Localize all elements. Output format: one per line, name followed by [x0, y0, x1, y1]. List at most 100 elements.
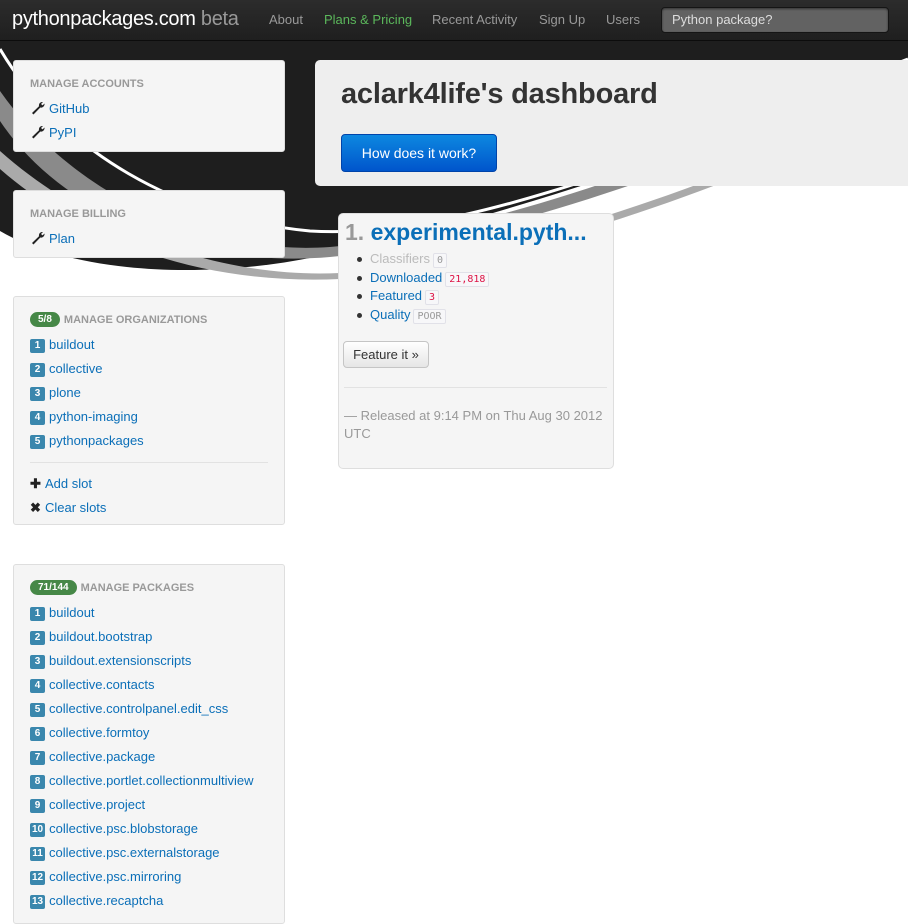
- org-item[interactable]: 2 collective: [30, 357, 268, 381]
- billing-item-plan[interactable]: Plan: [30, 227, 268, 251]
- stat-downloaded: Downloaded 21,818: [356, 269, 490, 288]
- packages-count-badge: 71/144: [30, 580, 77, 595]
- manage-organizations-panel: 5/8 MANAGE ORGANIZATIONS 1 buildout 2 colle…: [13, 296, 285, 525]
- package-link[interactable]: collective.controlpanel.edit_css: [49, 701, 228, 716]
- package-number-badge: 13: [30, 895, 46, 909]
- package-item[interactable]: 2 buildout.bootstrap: [30, 625, 268, 649]
- featured-link[interactable]: Featured: [370, 288, 422, 303]
- org-number-badge: 1: [30, 339, 45, 353]
- nav-recent-activity[interactable]: Recent Activity: [432, 12, 517, 27]
- package-number-badge: 5: [30, 703, 45, 717]
- org-link[interactable]: pythonpackages: [49, 433, 144, 448]
- package-number-badge: 6: [30, 727, 45, 741]
- package-title-link[interactable]: experimental.pyth...: [371, 219, 587, 245]
- quality-link[interactable]: Quality: [370, 307, 410, 322]
- search-input[interactable]: Python package?: [661, 7, 889, 33]
- package-item[interactable]: 10 collective.psc.blobstorage: [30, 817, 268, 841]
- package-number-badge: 10: [30, 823, 46, 837]
- org-item[interactable]: 4 python-imaging: [30, 405, 268, 429]
- add-slot-link[interactable]: Add slot: [45, 476, 92, 491]
- organizations-divider: [30, 462, 268, 463]
- manage-accounts-panel: MANAGE ACCOUNTS GitHub PyPI: [13, 60, 285, 152]
- package-link[interactable]: buildout.extensionscripts: [49, 653, 191, 668]
- downloaded-value: 21,818: [445, 271, 490, 287]
- package-link[interactable]: collective.portlet.collectionmultiview: [49, 773, 253, 788]
- add-slot-item[interactable]: ✚ Add slot: [30, 472, 268, 496]
- package-stats-list: Classifiers 0 Downloaded 21,818 Featured 3 …: [356, 250, 490, 325]
- package-index: 1.: [345, 219, 365, 245]
- nav-about[interactable]: About: [269, 12, 303, 27]
- package-link[interactable]: buildout.bootstrap: [49, 629, 152, 644]
- dashboard-hero: aclark4life's dashboard How does it work…: [315, 60, 908, 186]
- release-info: — Released at 9:14 PM on Thu Aug 30 2012…: [344, 408, 603, 441]
- package-number-badge: 2: [30, 631, 45, 645]
- downloaded-link[interactable]: Downloaded: [370, 270, 442, 285]
- package-item[interactable]: 9 collective.project: [30, 793, 268, 817]
- package-link[interactable]: collective.project: [49, 797, 145, 812]
- package-item[interactable]: 1 buildout: [30, 601, 268, 625]
- package-link[interactable]: collective.contacts: [49, 677, 155, 692]
- clear-slots-link[interactable]: Clear slots: [45, 500, 106, 515]
- card-divider: [344, 387, 607, 388]
- feature-it-button[interactable]: Feature it »: [343, 341, 429, 368]
- package-link[interactable]: collective.psc.mirroring: [49, 869, 181, 884]
- package-item[interactable]: 8 collective.portlet.collectionmultiview: [30, 769, 268, 793]
- stat-classifiers: Classifiers 0: [356, 250, 489, 269]
- package-item[interactable]: 3 buildout.extensionscripts: [30, 649, 268, 673]
- org-link[interactable]: collective: [49, 361, 102, 376]
- package-item[interactable]: 12 collective.psc.mirroring: [30, 865, 268, 889]
- package-item[interactable]: 6 collective.formtoy: [30, 721, 268, 745]
- wrench-icon: [32, 231, 45, 245]
- org-link[interactable]: buildout: [49, 337, 95, 352]
- org-number-badge: 3: [30, 387, 45, 401]
- brand-name[interactable]: pythonpackages.com: [12, 8, 196, 30]
- page-title: aclark4life's dashboard: [341, 78, 658, 110]
- plus-icon: ✚: [30, 476, 41, 491]
- org-link[interactable]: plone: [49, 385, 81, 400]
- how-does-it-work-button[interactable]: How does it work?: [341, 134, 497, 172]
- package-link[interactable]: collective.package: [49, 749, 155, 764]
- stat-featured: Featured 3: [356, 287, 489, 306]
- brand-logo[interactable]: pythonpackages.com beta: [12, 8, 239, 31]
- clear-slots-item[interactable]: ✖ Clear slots: [30, 496, 268, 520]
- close-icon: ✖: [30, 500, 41, 515]
- classifiers-value: 0: [432, 253, 447, 268]
- nav-users[interactable]: Users: [606, 12, 640, 27]
- org-number-badge: 2: [30, 363, 45, 377]
- nav-plans-pricing[interactable]: Plans & Pricing: [324, 12, 412, 27]
- package-link[interactable]: collective.recaptcha: [49, 893, 163, 908]
- org-link[interactable]: python-imaging: [49, 409, 138, 424]
- manage-packages-panel: 71/144 MANAGE PACKAGES 1 buildout 2 buildou…: [13, 564, 285, 924]
- org-item[interactable]: 1 buildout: [30, 333, 268, 357]
- manage-organizations-header: 5/8 MANAGE ORGANIZATIONS: [30, 311, 268, 329]
- package-item[interactable]: 13 collective.recaptcha: [30, 889, 268, 913]
- quality-value: POOR: [413, 308, 446, 324]
- package-item[interactable]: 5 collective.controlpanel.edit_css: [30, 697, 268, 721]
- package-link[interactable]: collective.psc.blobstorage: [49, 821, 198, 836]
- manage-accounts-header: MANAGE ACCOUNTS: [30, 78, 144, 90]
- organizations-count-badge: 5/8: [30, 312, 60, 327]
- package-item[interactable]: 11 collective.psc.externalstorage: [30, 841, 268, 865]
- nav-sign-up[interactable]: Sign Up: [539, 12, 585, 27]
- package-link[interactable]: collective.psc.externalstorage: [49, 845, 220, 860]
- package-item[interactable]: 4 collective.contacts: [30, 673, 268, 697]
- account-item-pypi[interactable]: PyPI: [30, 121, 268, 145]
- package-item[interactable]: 7 collective.package: [30, 745, 268, 769]
- package-link[interactable]: collective.formtoy: [49, 725, 149, 740]
- package-link[interactable]: buildout: [49, 605, 95, 620]
- package-number-badge: 3: [30, 655, 45, 669]
- plan-link[interactable]: Plan: [49, 231, 75, 246]
- manage-organizations-title: MANAGE ORGANIZATIONS: [63, 314, 208, 326]
- org-item[interactable]: 3 plone: [30, 381, 268, 405]
- stat-quality: Quality POOR: [356, 306, 489, 325]
- package-number-badge: 1: [30, 607, 45, 621]
- navbar: pythonpackages.com beta About Plans & Pr…: [0, 0, 908, 41]
- package-number-badge: 12: [30, 871, 46, 885]
- account-item-github[interactable]: GitHub: [30, 97, 268, 121]
- package-number-badge: 7: [30, 751, 45, 765]
- org-item[interactable]: 5 pythonpackages: [30, 429, 268, 453]
- github-link[interactable]: GitHub: [49, 101, 89, 116]
- manage-packages-header: 71/144 MANAGE PACKAGES: [30, 579, 268, 597]
- pypi-link[interactable]: PyPI: [49, 125, 76, 140]
- wrench-icon: [32, 101, 45, 115]
